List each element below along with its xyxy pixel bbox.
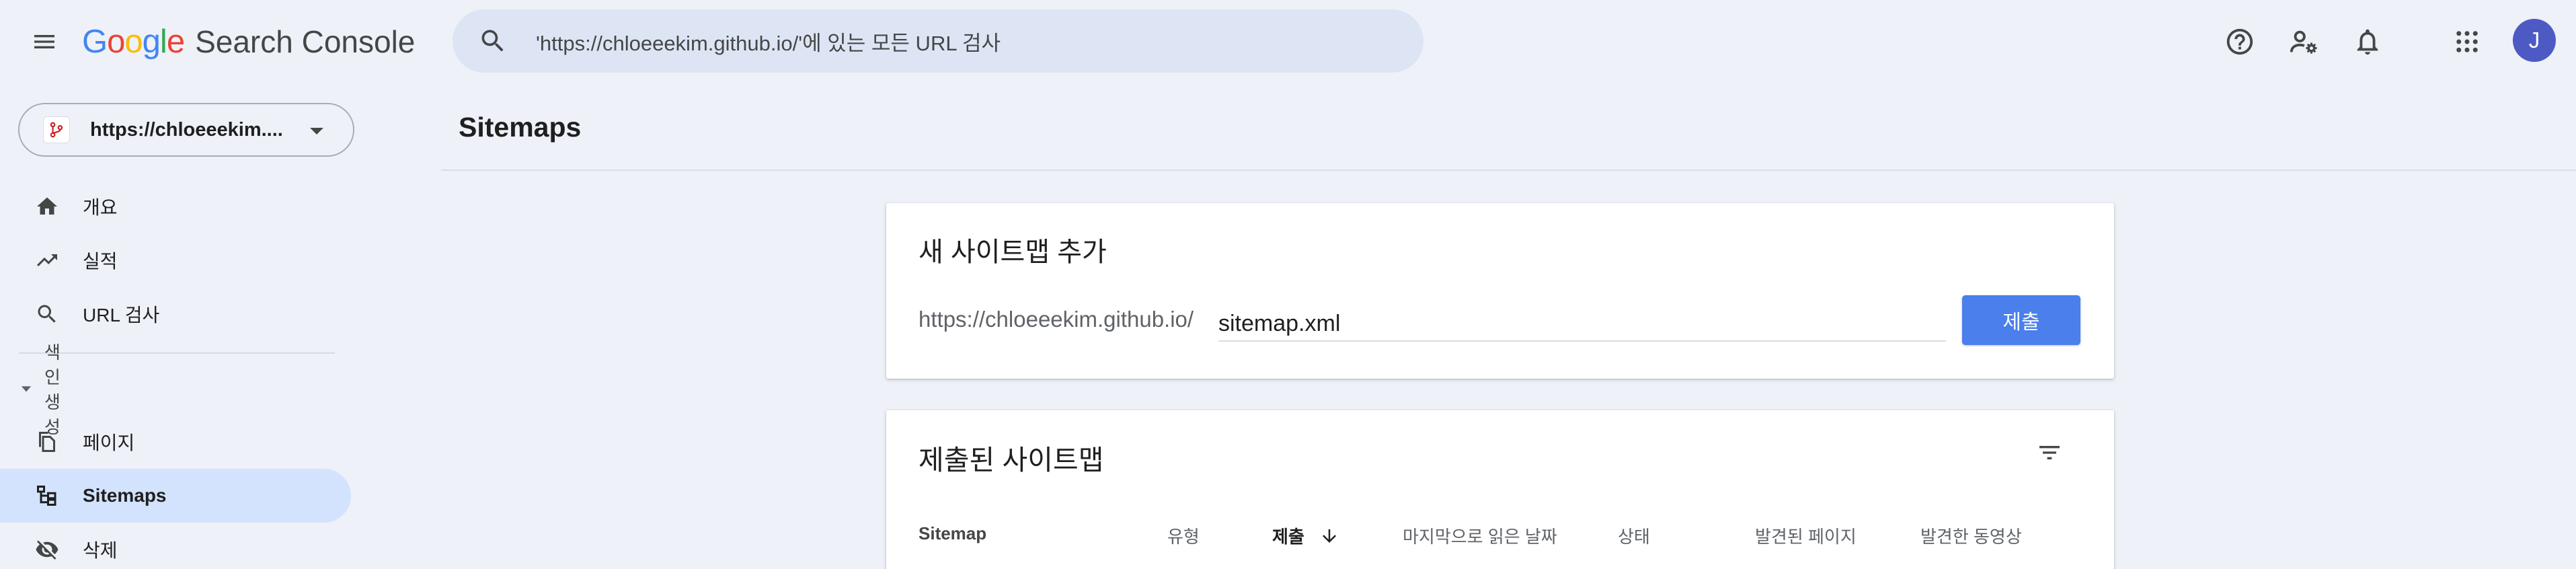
help-button[interactable]: [2223, 25, 2257, 59]
collapse-caret-icon: [20, 379, 32, 398]
top-app-bar: Google Search Console 'https://chloeeeki…: [0, 0, 2576, 82]
column-header-label: 상태: [1618, 527, 1650, 547]
visibility-off-icon: [34, 536, 61, 563]
search-icon: [481, 30, 504, 52]
sitemap-icon: [34, 482, 61, 509]
add-sitemap-card: 새 사이트맵 추가 https://chloeeekim.github.io/ …: [886, 203, 2114, 379]
submit-sitemap-button[interactable]: 제출: [1962, 295, 2080, 345]
search-console-logo[interactable]: Google Search Console: [82, 23, 415, 61]
column-header-label: 마지막으로 읽은 날짜: [1403, 527, 1557, 547]
add-sitemap-title: 새 사이트맵 추가: [919, 237, 1107, 267]
home-icon: [34, 193, 61, 220]
column-header-last-read[interactable]: 마지막으로 읽은 날짜: [1403, 523, 1557, 548]
account-avatar[interactable]: J: [2513, 19, 2556, 62]
sidebar-item-label: 실적: [83, 251, 118, 272]
sidebar-item-label: 삭제: [83, 540, 118, 561]
column-header-label: 유형: [1167, 527, 1200, 547]
column-header-type[interactable]: 유형: [1167, 523, 1200, 548]
sidebar-item-overview[interactable]: 개요: [0, 180, 351, 233]
users-permissions-button[interactable]: [2287, 25, 2320, 59]
sidebar-item-sitemaps[interactable]: Sitemaps: [0, 469, 351, 523]
column-header-submitted[interactable]: 제출: [1272, 523, 1339, 548]
sidebar-item-url-inspection[interactable]: URL 검사: [0, 287, 351, 341]
page-title: Sitemaps: [459, 112, 582, 143]
google-wordmark: Google: [82, 24, 185, 60]
title-divider: [441, 169, 2576, 171]
apps-grid-icon: [2456, 31, 2478, 52]
submitted-sitemaps-card: 제출된 사이트맵 Sitemap 유형 제출 마지막으로 읽은 날짜 상태 발견…: [886, 410, 2114, 569]
search-icon: [34, 301, 61, 328]
sidebar-item-label: 페이지: [83, 432, 135, 453]
filter-button[interactable]: [2033, 436, 2066, 469]
main-menu-button[interactable]: [24, 22, 65, 62]
url-inspection-search[interactable]: 'https://chloeeekim.github.io/'에 있는 모든 U…: [453, 9, 1423, 73]
manage-users-icon: [2290, 30, 2317, 54]
sidebar-item-label: Sitemaps: [83, 485, 167, 506]
property-icon: [43, 116, 70, 143]
column-header-label: 발견된 페이지: [1755, 527, 1857, 547]
submitted-sitemaps-title: 제출된 사이트맵: [919, 445, 1104, 476]
help-icon: [2226, 28, 2253, 55]
column-header-label: 제출: [1272, 527, 1304, 547]
property-label: https://chloeeekim....: [90, 118, 283, 141]
menu-icon: [34, 35, 54, 48]
site-url-prefix: https://chloeeekim.github.io/: [919, 307, 1194, 332]
sidebar-item-performance[interactable]: 실적: [0, 233, 351, 287]
dropdown-caret-icon: [310, 128, 323, 135]
column-header-sitemap[interactable]: Sitemap: [919, 523, 986, 544]
pages-icon: [34, 428, 61, 455]
property-selector[interactable]: https://chloeeekim....: [18, 103, 354, 157]
column-header-discovered-pages[interactable]: 발견된 페이지: [1755, 523, 1857, 548]
notifications-icon: [2357, 29, 2378, 55]
sidebar-section-indexing[interactable]: 색인생성: [20, 342, 67, 437]
column-header-discovered-videos[interactable]: 발견한 동영상: [1920, 523, 2022, 548]
product-name: Search Console: [195, 24, 416, 59]
sidebar-item-removals[interactable]: 삭제: [0, 523, 351, 569]
search-placeholder: 'https://chloeeekim.github.io/'에 있는 모든 U…: [536, 31, 1001, 55]
sitemap-url-input[interactable]: [1218, 300, 1946, 342]
notifications-button[interactable]: [2351, 25, 2384, 59]
arrow-down-icon: [1322, 529, 1336, 543]
filter-icon: [2039, 446, 2060, 459]
trending-up-icon: [34, 247, 61, 274]
sidebar-item-pages[interactable]: 페이지: [0, 415, 351, 469]
git-branch-icon: [50, 122, 63, 138]
google-apps-button[interactable]: [2450, 25, 2484, 59]
sidebar-item-label: 개요: [83, 197, 118, 218]
sidebar-item-label: URL 검사: [83, 305, 160, 326]
column-header-label: 발견한 동영상: [1920, 527, 2022, 547]
column-header-label: Sitemap: [919, 523, 987, 543]
column-header-status[interactable]: 상태: [1618, 523, 1650, 548]
